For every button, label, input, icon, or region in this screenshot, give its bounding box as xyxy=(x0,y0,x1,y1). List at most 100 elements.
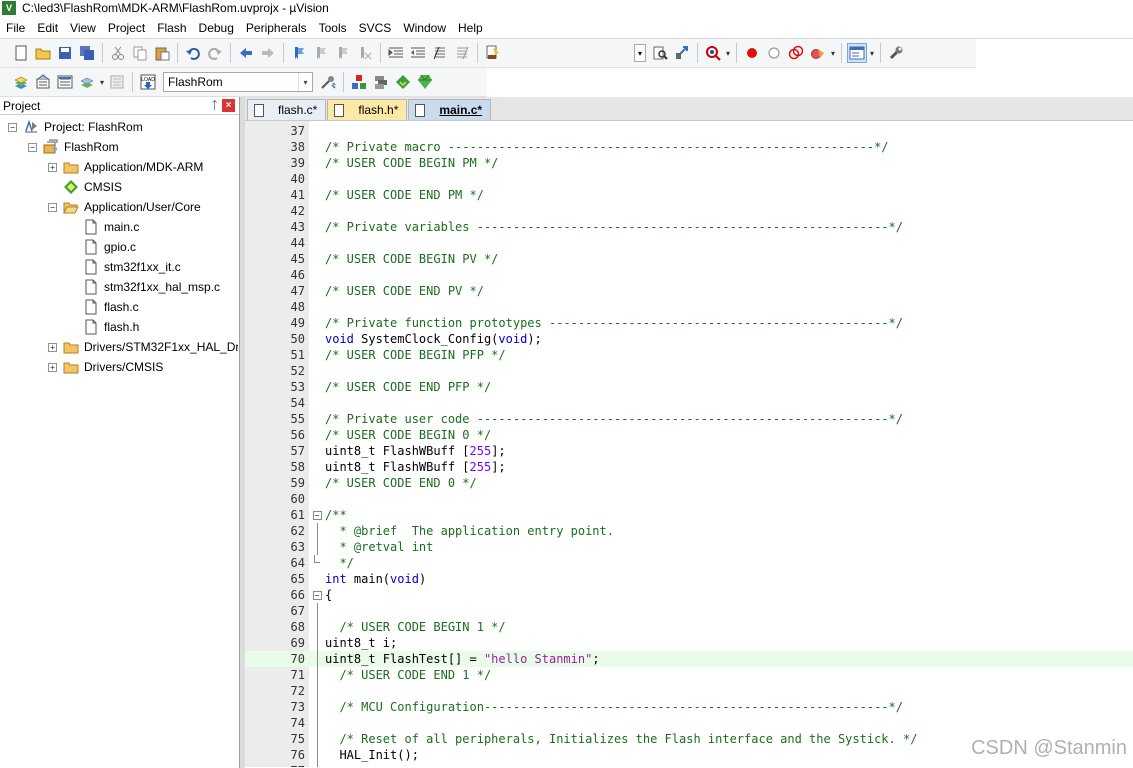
tab-flash-c[interactable]: flash.c* xyxy=(247,99,327,120)
translate-icon[interactable] xyxy=(11,72,31,92)
bookmark-set-icon[interactable] xyxy=(289,43,309,63)
incremental-find-icon[interactable] xyxy=(672,43,692,63)
nav-back-icon[interactable] xyxy=(236,43,256,63)
close-icon[interactable]: × xyxy=(222,99,235,112)
tree-node-stm32f1xx-hal-msp-c[interactable]: stm32f1xx_hal_msp.c xyxy=(68,277,220,297)
cut-icon[interactable] xyxy=(108,43,128,63)
new-file-icon[interactable] xyxy=(11,43,31,63)
collapse-icon[interactable]: − xyxy=(312,590,322,600)
tree-node-main-c[interactable]: main.c xyxy=(68,217,139,237)
tree-node-cmsis[interactable]: CMSIS xyxy=(48,177,122,197)
tree-node-project-flashrom[interactable]: − Project: FlashRom xyxy=(8,117,143,137)
tree-node-drivers-stm32f1xx-hal-driv[interactable]: + Drivers/STM32F1xx_HAL_Driv xyxy=(48,337,238,357)
indent-icon[interactable] xyxy=(386,43,406,63)
bookmark-next-icon[interactable] xyxy=(333,43,353,63)
line-number: 58 xyxy=(290,460,305,474)
tab-flash-h[interactable]: flash.h* xyxy=(327,99,408,120)
menu-debug[interactable]: Debug xyxy=(193,18,240,38)
manage-components-icon[interactable] xyxy=(349,72,369,92)
batch-build-dropdown[interactable]: ▾ xyxy=(98,72,106,92)
unindent-icon[interactable] xyxy=(408,43,428,63)
expand-icon[interactable]: + xyxy=(48,342,57,352)
expand-icon[interactable]: + xyxy=(48,362,57,372)
open-file-icon[interactable] xyxy=(33,43,53,63)
event-recorder-icon[interactable] xyxy=(415,72,435,92)
tree-node-flash-c[interactable]: flash.c xyxy=(68,297,139,317)
bookmark-prev-icon[interactable] xyxy=(311,43,331,63)
menu-flash[interactable]: Flash xyxy=(151,18,192,38)
menu-edit[interactable]: Edit xyxy=(31,18,64,38)
menu-tools[interactable]: Tools xyxy=(313,18,353,38)
pack-installer-icon[interactable] xyxy=(393,72,413,92)
expand-icon[interactable]: + xyxy=(48,162,57,172)
redo-icon[interactable] xyxy=(205,43,225,63)
pin-icon[interactable]: ᛏ xyxy=(211,100,218,112)
tree-node-gpio-c[interactable]: gpio.c xyxy=(68,237,136,257)
code-token: /* USER CODE END 0 */ xyxy=(325,476,477,490)
fold-marker xyxy=(309,155,325,171)
breakpoint-more-icon[interactable] xyxy=(808,43,828,63)
breakpoint-insert-icon[interactable] xyxy=(742,43,762,63)
select-packs-icon[interactable] xyxy=(371,72,391,92)
debug-session-icon[interactable] xyxy=(703,43,723,63)
batch-build-icon[interactable] xyxy=(77,72,97,92)
comment-icon[interactable] xyxy=(430,43,450,63)
fold-marker xyxy=(309,219,325,235)
code-line: 56 /* USER CODE BEGIN 0 */ xyxy=(245,427,1133,443)
breakpoint-kill-icon[interactable] xyxy=(786,43,806,63)
tree-node-application-user-core[interactable]: − Application/User/Core xyxy=(48,197,201,217)
menu-peripherals[interactable]: Peripherals xyxy=(240,18,313,38)
code-editor[interactable]: 37 38 /* Private macro -------------------… xyxy=(245,121,1133,767)
menu-window[interactable]: Window xyxy=(397,18,452,38)
rebuild-icon[interactable] xyxy=(55,72,75,92)
code-token: SystemClock_Config( xyxy=(353,332,499,346)
code-text: /* Private user code -------------------… xyxy=(325,411,903,427)
tree-node-flash-h[interactable]: flash.h xyxy=(68,317,139,337)
fold-marker[interactable]: − xyxy=(309,587,325,603)
collapse-icon[interactable]: − xyxy=(312,510,322,520)
find-icon[interactable] xyxy=(650,43,670,63)
tree-node-application-mdk-arm[interactable]: + Application/MDK-ARM xyxy=(48,157,203,177)
window-layout-dropdown[interactable]: ▾ xyxy=(868,43,876,63)
tab-main-c[interactable]: main.c* xyxy=(408,99,492,120)
download-icon[interactable]: LOAD xyxy=(138,72,158,92)
collapse-icon[interactable]: − xyxy=(48,202,57,212)
menu-file[interactable]: File xyxy=(0,18,31,38)
code-line: 65 int main(void) xyxy=(245,571,1133,587)
breakpoint-disable-icon[interactable] xyxy=(764,43,784,63)
target-select[interactable]: FlashRom ▾ xyxy=(163,72,313,92)
breakpoint-dropdown[interactable]: ▾ xyxy=(829,43,837,63)
bookmark-clear-icon[interactable] xyxy=(355,43,375,63)
fold-guide xyxy=(316,683,318,699)
copy-icon[interactable] xyxy=(130,43,150,63)
undo-icon[interactable] xyxy=(183,43,203,63)
menu-svcs[interactable]: SVCS xyxy=(353,18,398,38)
collapse-icon[interactable]: − xyxy=(28,142,37,152)
uncomment-icon[interactable] xyxy=(452,43,472,63)
tree-node-flashrom[interactable]: − FlashRom xyxy=(28,137,119,157)
fold-marker[interactable]: − xyxy=(309,507,325,523)
fold-guide xyxy=(316,603,318,619)
window-layout-icon[interactable] xyxy=(847,43,867,63)
save-all-icon[interactable] xyxy=(77,43,97,63)
build-icon[interactable] xyxy=(33,72,53,92)
paste-icon[interactable] xyxy=(152,43,172,63)
tree-node-label: FlashRom xyxy=(64,140,119,154)
tree-node-drivers-cmsis[interactable]: + Drivers/CMSIS xyxy=(48,357,163,377)
menu-help[interactable]: Help xyxy=(452,18,489,38)
find-combo-dropdown[interactable]: ▾ xyxy=(634,44,646,62)
debug-session-dropdown[interactable]: ▾ xyxy=(724,43,732,63)
code-line: 42 xyxy=(245,203,1133,219)
collapse-icon[interactable]: − xyxy=(8,122,17,132)
line-number: 40 xyxy=(290,172,305,186)
stop-build-icon[interactable] xyxy=(107,72,127,92)
save-icon[interactable] xyxy=(55,43,75,63)
target-options-icon[interactable] xyxy=(318,72,338,92)
find-in-files-icon[interactable] xyxy=(483,43,503,63)
configure-icon[interactable] xyxy=(886,43,906,63)
nav-forward-icon[interactable] xyxy=(258,43,278,63)
line-number: 74 xyxy=(290,716,305,730)
menu-view[interactable]: View xyxy=(64,18,102,38)
tree-node-stm32f1xx-it-c[interactable]: stm32f1xx_it.c xyxy=(68,257,181,277)
menu-project[interactable]: Project xyxy=(102,18,151,38)
